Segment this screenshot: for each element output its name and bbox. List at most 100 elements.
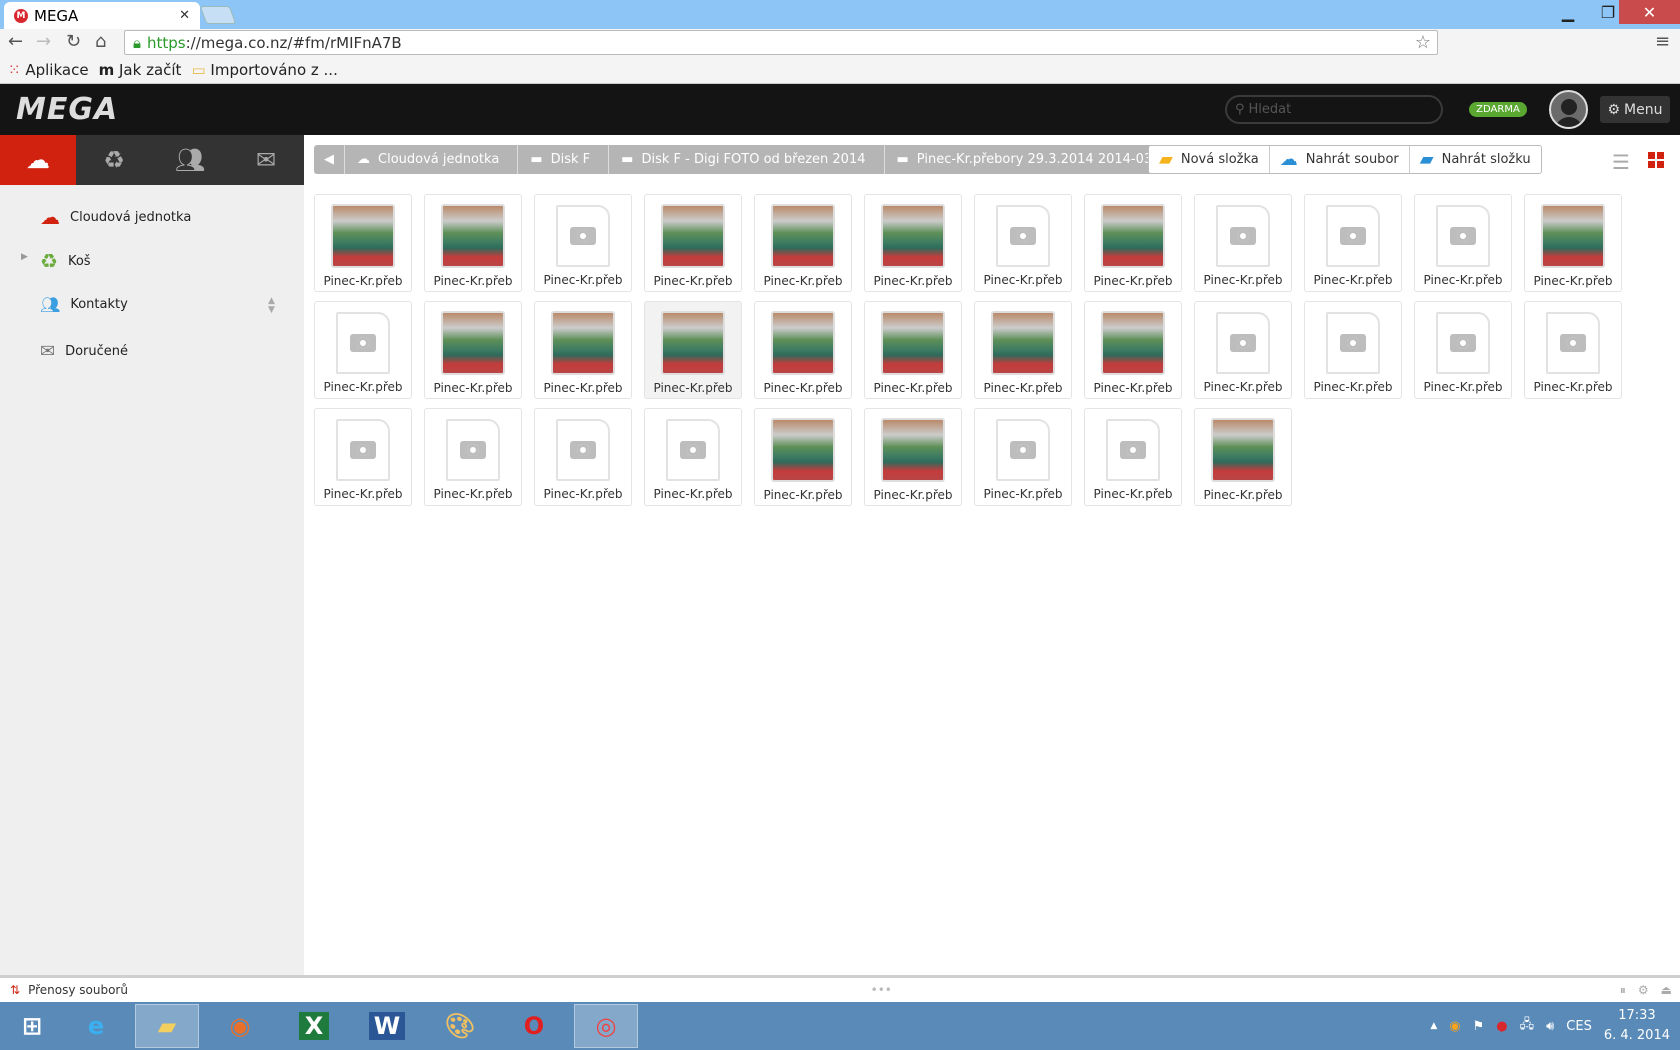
mega-tray-icon[interactable]: ● bbox=[1496, 1019, 1507, 1034]
sort-arrows-icon[interactable]: ▲ ▼ bbox=[268, 297, 275, 315]
file-tile[interactable]: Pinec-Kr.přeb bbox=[1194, 408, 1292, 506]
file-tile[interactable]: Pinec-Kr.přeb bbox=[424, 408, 522, 506]
file-tile[interactable]: Pinec-Kr.přeb bbox=[1304, 301, 1402, 399]
sidebar-item-rubbish-bin[interactable]: ♻ Koš bbox=[40, 249, 91, 273]
address-bar[interactable]: 🔒︎ https://mega.co.nz/#fm/rMIFnA7B ☆ bbox=[124, 30, 1438, 55]
internet-explorer-icon[interactable]: e bbox=[64, 1004, 128, 1048]
sidebar-item-contacts[interactable]: 👥︎ Kontakty bbox=[40, 295, 128, 314]
reload-icon[interactable]: ↻ bbox=[66, 31, 81, 52]
start-button[interactable]: ⊞ bbox=[0, 1004, 64, 1048]
file-tile[interactable]: Pinec-Kr.přeb bbox=[1194, 301, 1292, 399]
file-tile[interactable]: Pinec-Kr.přeb bbox=[1084, 408, 1182, 506]
file-tile[interactable]: Pinec-Kr.přeb bbox=[1414, 301, 1512, 399]
upload-file-button[interactable]: ☁ Nahrát soubor bbox=[1270, 146, 1410, 173]
file-tile[interactable]: Pinec-Kr.přeb bbox=[1084, 194, 1182, 292]
file-tile[interactable]: Pinec-Kr.přeb bbox=[644, 301, 742, 399]
pause-icon[interactable]: ⏸ bbox=[1620, 983, 1626, 998]
transfer-arrows-icon: ⇅ bbox=[10, 983, 21, 997]
tab-rubbish-bin[interactable]: ♻ bbox=[76, 135, 152, 185]
file-tile[interactable]: Pinec-Kr.přeb bbox=[534, 194, 632, 292]
file-tile[interactable]: Pinec-Kr.přeb bbox=[754, 301, 852, 399]
avast-icon[interactable]: ◉ bbox=[1449, 1019, 1460, 1034]
search-input[interactable]: ⚲ Hledat bbox=[1225, 95, 1443, 124]
network-icon[interactable]: 🖧︎ bbox=[1520, 1015, 1535, 1037]
image-placeholder bbox=[446, 419, 500, 481]
file-explorer-icon[interactable]: ▰ bbox=[135, 1004, 199, 1048]
file-tile[interactable]: Pinec-Kr.přeb bbox=[1524, 301, 1622, 399]
mega-logo[interactable]: MEGA bbox=[16, 92, 118, 127]
photo-thumbnail bbox=[771, 204, 835, 268]
menu-button[interactable]: ⚙ Menu bbox=[1600, 96, 1670, 123]
file-tile[interactable]: Pinec-Kr.přeb bbox=[314, 194, 412, 292]
breadcrumb-item[interactable]: ▬ Disk F bbox=[518, 145, 610, 174]
volume-icon[interactable]: 🔊︎ bbox=[1546, 1019, 1554, 1034]
file-tile[interactable]: Pinec-Kr.přeb bbox=[1524, 194, 1622, 292]
transfers-bar[interactable]: ⇅ Přenosy souborů ••• ⏸ ⚙ ⏏ bbox=[0, 975, 1680, 1002]
tab-contacts[interactable]: 👥︎ bbox=[152, 135, 228, 185]
grid-view-icon[interactable] bbox=[1648, 152, 1664, 168]
contacts-icon: 👥︎ bbox=[174, 146, 206, 174]
file-tile[interactable]: Pinec-Kr.přeb bbox=[644, 194, 742, 292]
breadcrumb-item[interactable]: ☁ Cloudová jednotka bbox=[345, 145, 519, 174]
file-tile[interactable]: Pinec-Kr.přeb bbox=[974, 301, 1072, 399]
file-tile[interactable]: Pinec-Kr.přeb bbox=[1194, 194, 1292, 292]
file-tile[interactable]: Pinec-Kr.přeb bbox=[754, 408, 852, 506]
show-hidden-icons-icon[interactable]: ▲ bbox=[1430, 1021, 1437, 1031]
tab-cloud-drive[interactable]: ☁ bbox=[0, 135, 76, 185]
file-tile[interactable]: Pinec-Kr.přeb bbox=[314, 408, 412, 506]
chrome-menu-icon[interactable]: ≡ bbox=[1655, 31, 1670, 52]
list-view-icon[interactable]: ☰ bbox=[1612, 150, 1630, 174]
collapse-icon[interactable]: ⏏ bbox=[1661, 983, 1672, 997]
file-tile[interactable]: Pinec-Kr.přeb bbox=[534, 408, 632, 506]
file-tile[interactable]: Pinec-Kr.přeb bbox=[974, 408, 1072, 506]
bookmark-star-icon[interactable]: ☆ bbox=[1415, 32, 1431, 53]
file-tile[interactable]: Pinec-Kr.přeb bbox=[1304, 194, 1402, 292]
forward-icon[interactable]: → bbox=[36, 31, 51, 52]
word-icon[interactable]: W bbox=[355, 1004, 419, 1048]
new-tab-button[interactable] bbox=[199, 6, 237, 24]
language-indicator[interactable]: CES bbox=[1566, 1019, 1592, 1034]
file-tile[interactable]: Pinec-Kr.přeb bbox=[864, 301, 962, 399]
close-tab-icon[interactable]: ✕ bbox=[179, 8, 190, 23]
opera-icon[interactable]: O bbox=[502, 1004, 566, 1048]
file-tile[interactable]: Pinec-Kr.přeb bbox=[314, 301, 412, 399]
file-tile[interactable]: Pinec-Kr.přeb bbox=[864, 194, 962, 292]
camera-icon bbox=[570, 227, 596, 245]
resize-handle[interactable]: ••• bbox=[871, 983, 892, 997]
excel-icon[interactable]: X bbox=[282, 1004, 346, 1048]
sidebar-item-inbox[interactable]: ✉ Doručené bbox=[40, 341, 128, 362]
breadcrumb-item[interactable]: ▬ Pinec-Kr.přebory 29.3.2014 2014-03-29 bbox=[885, 145, 1192, 174]
bookmark-jak-zacit[interactable]: m Jak začít bbox=[99, 61, 182, 79]
back-icon[interactable]: ← bbox=[8, 31, 23, 52]
breadcrumb-item[interactable]: ▬ Disk F - Digi FOTO od březen 2014 bbox=[609, 145, 885, 174]
minimize-button[interactable]: ▁ bbox=[1548, 0, 1588, 24]
sidebar-item-cloud-drive[interactable]: ☁ Cloudová jednotka bbox=[40, 205, 191, 229]
gear-icon[interactable]: ⚙ bbox=[1638, 983, 1649, 997]
tab-inbox[interactable]: ✉ bbox=[228, 135, 304, 185]
close-window-button[interactable]: ✕ bbox=[1619, 0, 1680, 24]
file-tile[interactable]: Pinec-Kr.přeb bbox=[424, 301, 522, 399]
file-tile[interactable]: Pinec-Kr.přeb bbox=[644, 408, 742, 506]
plan-badge[interactable]: ZDARMA bbox=[1469, 102, 1527, 117]
upload-folder-button[interactable]: ▰ Nahrát složku bbox=[1410, 146, 1541, 173]
firefox-icon[interactable]: ◉ bbox=[208, 1004, 272, 1048]
file-tile[interactable]: Pinec-Kr.přeb bbox=[534, 301, 632, 399]
home-icon[interactable]: ⌂ bbox=[95, 31, 106, 52]
paint-icon[interactable]: 🎨︎ bbox=[428, 1004, 492, 1048]
bookmark-aplikace[interactable]: ⁙ Aplikace bbox=[8, 61, 89, 79]
file-tile[interactable]: Pinec-Kr.přeb bbox=[754, 194, 852, 292]
new-folder-button[interactable]: ▰ Nová složka bbox=[1149, 146, 1270, 173]
file-tile[interactable]: Pinec-Kr.přeb bbox=[864, 408, 962, 506]
clock[interactable]: 17:33 6. 4. 2014 bbox=[1604, 1006, 1670, 1046]
avatar[interactable] bbox=[1549, 90, 1588, 129]
file-tile[interactable]: Pinec-Kr.přeb bbox=[1414, 194, 1512, 292]
bookmark-importovano[interactable]: ▭ Importováno z ... bbox=[191, 61, 337, 79]
file-tile[interactable]: Pinec-Kr.přeb bbox=[974, 194, 1072, 292]
flag-icon[interactable]: ⚑ bbox=[1473, 1019, 1485, 1034]
breadcrumb-back-button[interactable]: ◀ bbox=[314, 145, 345, 174]
browser-tab[interactable]: M MEGA ✕ bbox=[4, 2, 200, 29]
chrome-icon[interactable]: ◎ bbox=[574, 1004, 638, 1048]
expand-arrow-icon[interactable]: ▶ bbox=[21, 252, 28, 262]
file-tile[interactable]: Pinec-Kr.přeb bbox=[424, 194, 522, 292]
file-tile[interactable]: Pinec-Kr.přeb bbox=[1084, 301, 1182, 399]
